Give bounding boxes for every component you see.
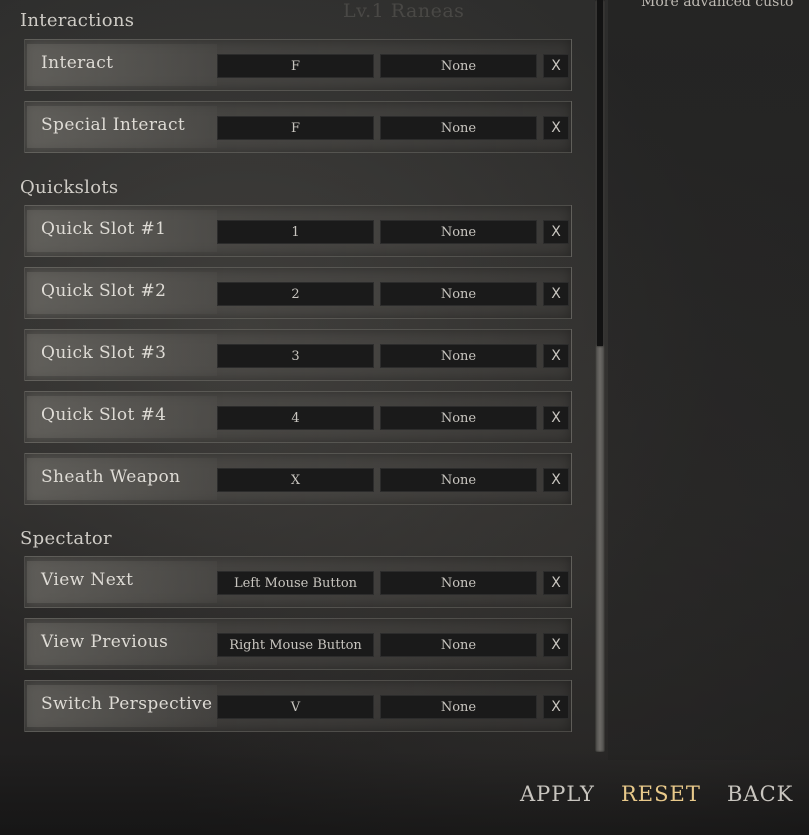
clear-binding-button[interactable]: X [543,54,569,78]
secondary-key-button[interactable]: None [380,695,537,719]
clear-binding-button[interactable]: X [543,633,569,657]
secondary-key-button[interactable]: None [380,633,537,657]
clear-binding-button[interactable]: X [543,571,569,595]
primary-key-button[interactable]: 4 [217,406,374,430]
primary-key-button[interactable]: X [217,468,374,492]
section-header-interactions: Interactions [20,10,135,31]
primary-key-button[interactable]: F [217,54,374,78]
primary-key-button[interactable]: Left Mouse Button [217,571,374,595]
section-header-spectator: Spectator [20,528,112,549]
secondary-key-button[interactable]: None [380,54,537,78]
keybind-label: Quick Slot #4 [41,405,167,425]
keybind-row-special-interact: Special Interact F None X [24,101,572,153]
keybind-row-view-next: View Next Left Mouse Button None X [24,556,572,608]
clear-binding-button[interactable]: X [543,344,569,368]
keybind-row-quick-slot-4: Quick Slot #4 4 None X [24,391,572,443]
keybind-row-quick-slot-1: Quick Slot #1 1 None X [24,205,572,257]
back-button[interactable]: BACK [727,782,793,806]
clear-binding-button[interactable]: X [543,695,569,719]
primary-key-button[interactable]: 2 [217,282,374,306]
keybind-row-view-previous: View Previous Right Mouse Button None X [24,618,572,670]
keybind-settings-screen: Lv.1 Raneas More advanced custo Interact… [0,0,809,835]
keybind-row-quick-slot-3: Quick Slot #3 3 None X [24,329,572,381]
keybind-row-quick-slot-2: Quick Slot #2 2 None X [24,267,572,319]
secondary-key-button[interactable]: None [380,282,537,306]
description-panel [608,0,809,760]
keybind-label: View Previous [41,632,169,652]
reset-button[interactable]: RESET [621,782,701,806]
secondary-key-button[interactable]: None [380,220,537,244]
keybind-label: Interact [41,53,114,73]
keybind-label: Sheath Weapon [41,467,181,487]
primary-key-button[interactable]: Right Mouse Button [217,633,374,657]
secondary-key-button[interactable]: None [380,468,537,492]
keybind-label: Quick Slot #1 [41,219,167,239]
keybind-row-switch-perspective: Switch Perspective V None X [24,680,572,732]
primary-key-button[interactable]: V [217,695,374,719]
primary-key-button[interactable]: 1 [217,220,374,244]
clear-binding-button[interactable]: X [543,468,569,492]
secondary-key-button[interactable]: None [380,571,537,595]
section-header-quickslots: Quickslots [20,177,119,198]
keybind-label: Quick Slot #3 [41,343,167,363]
keybind-label: View Next [41,570,134,590]
clear-binding-button[interactable]: X [543,282,569,306]
background-character-title: Lv.1 Raneas [343,0,465,22]
keybind-row-interact: Interact F None X [24,39,572,91]
keybind-label: Quick Slot #2 [41,281,167,301]
primary-key-button[interactable]: 3 [217,344,374,368]
keybind-label: Switch Perspective [41,694,213,714]
secondary-key-button[interactable]: None [380,344,537,368]
keybind-label: Special Interact [41,115,186,135]
clear-binding-button[interactable]: X [543,406,569,430]
keybind-row-sheath-weapon: Sheath Weapon X None X [24,453,572,505]
secondary-key-button[interactable]: None [380,406,537,430]
description-text: More advanced custo [641,0,794,10]
apply-button[interactable]: APPLY [520,782,595,806]
primary-key-button[interactable]: F [217,116,374,140]
scrollbar-thumb[interactable] [597,0,603,346]
secondary-key-button[interactable]: None [380,116,537,140]
clear-binding-button[interactable]: X [543,220,569,244]
clear-binding-button[interactable]: X [543,116,569,140]
